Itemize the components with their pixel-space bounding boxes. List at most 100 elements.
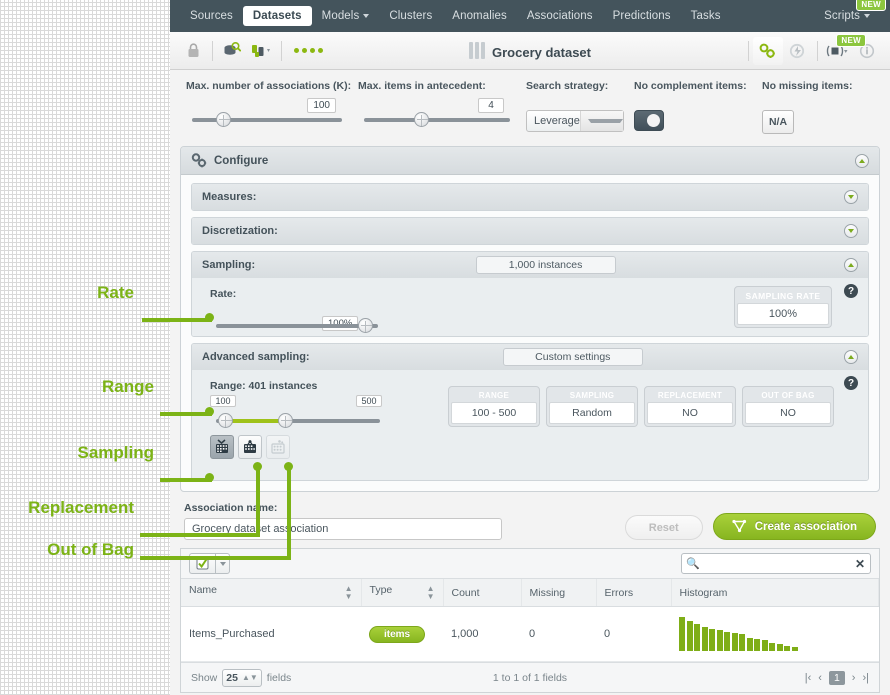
histogram-bar: [784, 646, 790, 651]
next-page-icon[interactable]: ›: [852, 672, 856, 684]
search-icon: 🔍: [686, 558, 700, 570]
sort-icon[interactable]: ▲ ▼: [427, 585, 435, 601]
clear-search-icon[interactable]: ✕: [850, 557, 870, 571]
reset-button[interactable]: Reset: [624, 515, 703, 540]
chevron-down-icon[interactable]: [579, 111, 623, 131]
section-advanced-header[interactable]: Advanced sampling: Custom settings: [192, 344, 868, 370]
model-dropdown-icon[interactable]: [247, 37, 277, 65]
out-of-bag-sampling-icon[interactable]: [266, 435, 290, 459]
slider-knob[interactable]: [414, 112, 429, 127]
no-complement-items-toggle[interactable]: [634, 110, 664, 131]
dataset-search-icon[interactable]: [217, 37, 247, 65]
slider-knob-min[interactable]: [218, 413, 233, 428]
slider-max-associations[interactable]: [186, 112, 342, 127]
param-value-max-associations[interactable]: 100: [307, 98, 336, 113]
help-icon-advanced[interactable]: ?: [844, 376, 858, 390]
column-header-type[interactable]: Type ▲ ▼: [361, 579, 444, 607]
section-measures-header[interactable]: Measures:: [192, 184, 868, 210]
sampling-instances-pill: 1,000 instances: [475, 256, 616, 274]
histogram-chart: [679, 617, 871, 651]
section-sampling-toggle[interactable]: [843, 258, 858, 272]
chevron-up-icon: [859, 158, 865, 163]
slider-knob-max[interactable]: [278, 413, 293, 428]
callout-sampling-dot: [205, 473, 214, 482]
table-row[interactable]: Items_Purchased items 1,000 0 0: [181, 606, 879, 662]
configure-panel-header[interactable]: Configure: [181, 147, 879, 175]
page-size-select[interactable]: 25 ▲▼: [222, 668, 262, 687]
param-label-max-associations: Max. number of associations (K):: [186, 80, 352, 92]
section-measures: Measures:: [191, 183, 869, 211]
sort-icon[interactable]: ▲ ▼: [345, 585, 353, 601]
pagination-controls: |‹ ‹ 1 › ›|: [805, 670, 869, 685]
random-sampling-icon[interactable]: [210, 435, 234, 459]
prev-page-icon[interactable]: ‹: [818, 672, 822, 684]
section-discretization-header[interactable]: Discretization:: [192, 218, 868, 244]
param-no-missing-items: No missing items: N/A: [754, 80, 864, 134]
param-no-complement-items: No complement items:: [626, 80, 754, 134]
callout-range-label: Range: [102, 377, 154, 396]
column-header-errors[interactable]: Errors: [596, 579, 672, 607]
fields-table: 🔍 ✕ Name ▲ ▼ Type ▲ ▼ Count Missing Errors H…: [180, 548, 880, 693]
replacement-sampling-icon[interactable]: [238, 435, 262, 459]
column-header-count[interactable]: Count: [443, 579, 522, 607]
association-name-row: Association name: Reset Create associati…: [170, 492, 890, 548]
association-name-label: Association name:: [184, 502, 278, 514]
range-slider[interactable]: [210, 413, 388, 428]
flash-icon[interactable]: [783, 37, 813, 65]
top-navigation: Sources Datasets Models Clusters Anomali…: [170, 0, 890, 32]
first-page-icon[interactable]: |‹: [805, 672, 812, 684]
nav-item-predictions[interactable]: Predictions: [603, 6, 681, 26]
nav-item-sources[interactable]: Sources: [180, 6, 243, 26]
stat-sampling-caption: SAMPLING: [569, 391, 615, 400]
histogram-bar: [716, 630, 723, 651]
nav-item-tasks[interactable]: Tasks: [681, 6, 731, 26]
toolbar-new-badge: NEW: [836, 33, 866, 47]
param-label-no-complement: No complement items:: [634, 80, 747, 92]
dataset-title-text: Grocery dataset: [492, 44, 591, 60]
current-page[interactable]: 1: [828, 670, 845, 685]
slider-knob[interactable]: [358, 318, 373, 333]
fields-table-footer: Show 25 ▲▼ fields 1 to 1 of 1 fields |‹ ‹…: [181, 662, 879, 692]
nav-item-models[interactable]: Models: [312, 6, 380, 26]
param-value-max-items[interactable]: 4: [478, 98, 504, 113]
section-discretization-toggle[interactable]: [844, 224, 858, 238]
cell-field-histogram: [671, 606, 879, 662]
dataset-toolbar: Grocery dataset NEW: [170, 32, 890, 70]
toolbar-divider-2: [281, 40, 282, 61]
lock-icon[interactable]: [178, 37, 208, 65]
configure-collapse-toggle[interactable]: [855, 153, 869, 168]
section-sampling-header[interactable]: Sampling: 1,000 instances: [192, 252, 868, 278]
search-input[interactable]: [704, 557, 850, 570]
nav-item-datasets[interactable]: Datasets: [242, 6, 312, 26]
slider-track: [216, 324, 378, 328]
association-graph-icon: [732, 519, 746, 533]
section-advanced-toggle[interactable]: [843, 350, 858, 364]
slider-max-items[interactable]: [358, 112, 510, 127]
configure-title: Configure: [214, 154, 269, 167]
create-association-button[interactable]: Create association: [712, 513, 876, 540]
search-strategy-select[interactable]: Leverage: [526, 110, 624, 132]
dataset-bars-icon: [469, 41, 485, 59]
nav-item-clusters[interactable]: Clusters: [379, 6, 442, 26]
column-header-name[interactable]: Name ▲ ▼: [181, 579, 362, 607]
stat-out-of-bag: OUT OF BAG NO: [742, 386, 834, 427]
section-advanced-title: Advanced sampling:: [202, 351, 310, 363]
no-missing-items-value: N/A: [762, 110, 794, 134]
column-header-missing[interactable]: Missing: [521, 579, 597, 607]
sampling-rate-body: Rate: 100% SAMPLING RATE 100%: [192, 278, 868, 336]
gear-icon: [191, 153, 207, 168]
configure-gear-icon[interactable]: [753, 36, 783, 65]
last-page-icon[interactable]: ›|: [862, 672, 869, 684]
histogram-bar: [776, 644, 783, 651]
search-field[interactable]: 🔍 ✕: [681, 553, 871, 574]
type-badge: items: [369, 625, 426, 643]
section-measures-toggle[interactable]: [844, 190, 858, 204]
rate-slider[interactable]: [210, 318, 388, 333]
slider-knob[interactable]: [216, 112, 231, 127]
help-icon[interactable]: ?: [844, 284, 858, 298]
nav-item-associations[interactable]: Associations: [517, 6, 603, 26]
stat-replacement-value: NO: [647, 402, 733, 424]
nav-item-anomalies[interactable]: Anomalies: [442, 6, 517, 26]
callout-out-of-bag-stem: [287, 466, 291, 560]
stat-out-of-bag-value: NO: [745, 402, 831, 424]
